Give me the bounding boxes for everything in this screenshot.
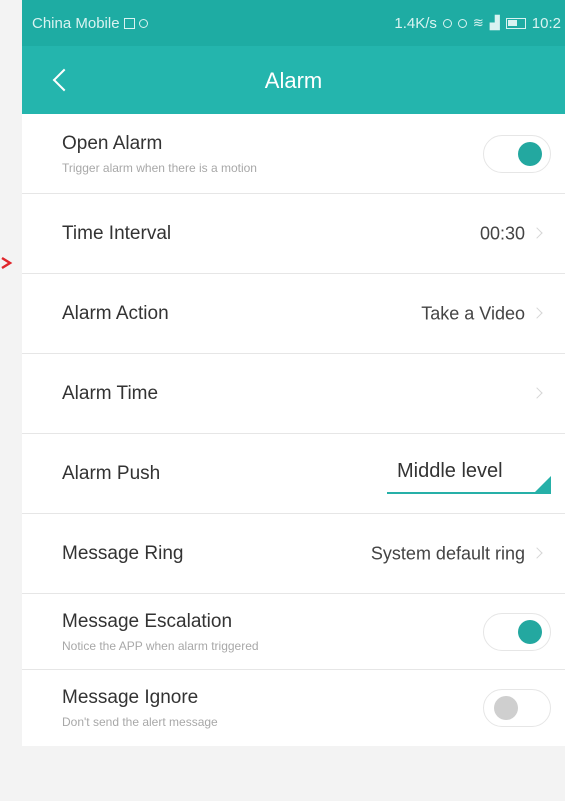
setting-label: Alarm Action: [62, 302, 169, 324]
battery-icon: [505, 17, 526, 29]
setting-value: 00:30: [479, 223, 525, 243]
setting-message-escalation: Message Escalation Notice the APP when a…: [22, 594, 565, 670]
dropdown-triangle-icon: [535, 476, 551, 492]
setting-label: Alarm Time: [62, 382, 159, 404]
toggle-knob: [518, 619, 542, 644]
toggle-knob: [494, 696, 518, 720]
setting-alarm-push: Alarm Push Middle level: [22, 434, 565, 514]
status-bar: China Mobile 1.4K/s ≋ ▟ 10:2: [22, 0, 565, 46]
setting-label: Alarm Push: [62, 462, 161, 484]
alarm-clock-icon: [442, 18, 452, 28]
setting-label: Open Alarm: [62, 132, 163, 154]
chevron-right-icon: [531, 386, 543, 399]
sync-icon: [138, 18, 148, 28]
setting-description: Trigger alarm when there is a motion: [62, 160, 257, 175]
annotation-arrow-icon: [1, 256, 13, 270]
dropdown-selected-value: Middle level: [397, 460, 503, 482]
page-title: Alarm: [264, 68, 323, 93]
setting-alarm-time[interactable]: Alarm Time: [22, 354, 565, 434]
clock-time: 10:2: [531, 14, 561, 32]
setting-alarm-action[interactable]: Alarm Action Take a Video: [22, 274, 565, 354]
chevron-right-icon: [531, 226, 543, 239]
toggle-knob: [518, 141, 542, 166]
setting-description: Don't send the alert message: [62, 715, 218, 729]
settings-list: Open Alarm Trigger alarm when there is a…: [22, 114, 565, 746]
setting-label: Message Escalation: [62, 610, 233, 632]
setting-message-ring[interactable]: Message Ring System default ring: [22, 514, 565, 594]
wifi-icon: ≋: [472, 15, 484, 30]
alarm-push-dropdown[interactable]: Middle level: [387, 456, 551, 494]
setting-value: System default ring: [370, 543, 525, 563]
setting-description: Notice the APP when alarm triggered: [62, 638, 259, 653]
setting-label: Message Ignore: [62, 687, 199, 708]
signal-icon: ▟: [489, 15, 500, 30]
setting-label: Message Ring: [62, 542, 184, 564]
setting-value: Take a Video: [421, 303, 525, 323]
carrier-name: China Mobile: [32, 14, 120, 32]
setting-time-interval[interactable]: Time Interval 00:30: [22, 194, 565, 274]
open-alarm-toggle[interactable]: [483, 134, 551, 173]
sim-icon: [123, 17, 135, 29]
setting-open-alarm: Open Alarm Trigger alarm when there is a…: [22, 114, 565, 194]
app-header: Alarm: [22, 46, 565, 114]
network-speed: 1.4K/s: [394, 14, 437, 32]
setting-message-ignore: Message Ignore Don't send the alert mess…: [22, 670, 565, 746]
message-escalation-toggle[interactable]: [483, 612, 551, 651]
message-ignore-toggle[interactable]: [483, 689, 551, 727]
setting-label: Time Interval: [62, 222, 172, 244]
chevron-right-icon: [531, 306, 543, 319]
chevron-right-icon: [531, 546, 543, 559]
clock-icon: [457, 18, 467, 28]
